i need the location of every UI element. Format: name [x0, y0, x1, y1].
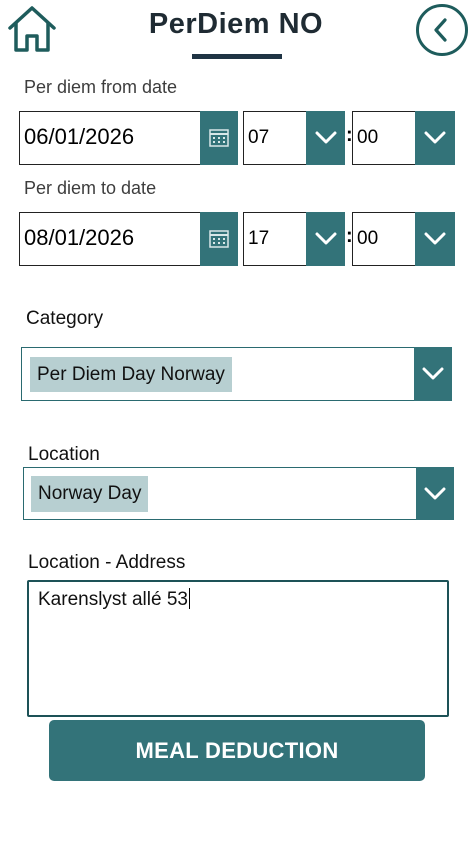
calendar-icon [209, 129, 229, 147]
to-hour-value: 17 [248, 228, 270, 249]
from-minute-dropdown-button[interactable] [415, 111, 455, 165]
location-select[interactable]: Norway Day [23, 467, 454, 520]
to-minute-dropdown-button[interactable] [415, 212, 455, 266]
location-selected-value: Norway Day [31, 476, 149, 512]
from-minute-select[interactable]: 00 [352, 111, 455, 165]
title-underline [192, 54, 282, 59]
from-hour-dropdown-button[interactable] [306, 111, 345, 165]
address-value: Karenslyst allé 53 [38, 589, 188, 610]
chevron-down-icon [424, 232, 446, 245]
to-date-picker-button[interactable] [200, 212, 238, 266]
chevron-down-icon [315, 131, 336, 144]
to-hour-select[interactable]: 17 [243, 212, 345, 266]
back-button[interactable] [416, 4, 468, 56]
from-date-input[interactable]: 06/01/2026 [19, 111, 238, 165]
from-hour-select[interactable]: 07 [243, 111, 345, 165]
from-hour-value: 07 [248, 127, 270, 148]
category-dropdown-button[interactable] [414, 347, 452, 401]
category-select[interactable]: Per Diem Day Norway [21, 347, 452, 401]
location-label: Location [28, 444, 100, 465]
meal-deduction-button[interactable]: MEAL DEDUCTION [49, 720, 425, 781]
to-minute-select[interactable]: 00 [352, 212, 455, 266]
from-date-picker-button[interactable] [200, 111, 238, 165]
calendar-icon [209, 230, 229, 248]
chevron-down-icon [422, 367, 444, 380]
from-minute-value: 00 [357, 127, 379, 148]
from-date-label: Per diem from date [24, 77, 178, 97]
address-label: Location - Address [28, 552, 186, 573]
text-caret [188, 588, 190, 609]
chevron-down-icon [424, 487, 446, 499]
to-date-label: Per diem to date [24, 178, 157, 198]
category-selected-value: Per Diem Day Norway [30, 357, 232, 392]
chevron-down-icon [424, 131, 446, 144]
location-dropdown-button[interactable] [416, 467, 454, 520]
category-label: Category [26, 308, 104, 329]
address-textarea[interactable]: Karenslyst allé 53 [27, 580, 449, 717]
to-minute-value: 00 [357, 228, 379, 249]
page-title: PerDiem NO [148, 8, 324, 40]
to-date-value: 08/01/2026 [24, 225, 135, 250]
to-hour-dropdown-button[interactable] [306, 212, 345, 266]
from-date-value: 06/01/2026 [24, 124, 135, 149]
to-date-input[interactable]: 08/01/2026 [19, 212, 238, 266]
chevron-left-icon [434, 18, 447, 42]
chevron-down-icon [315, 232, 336, 245]
